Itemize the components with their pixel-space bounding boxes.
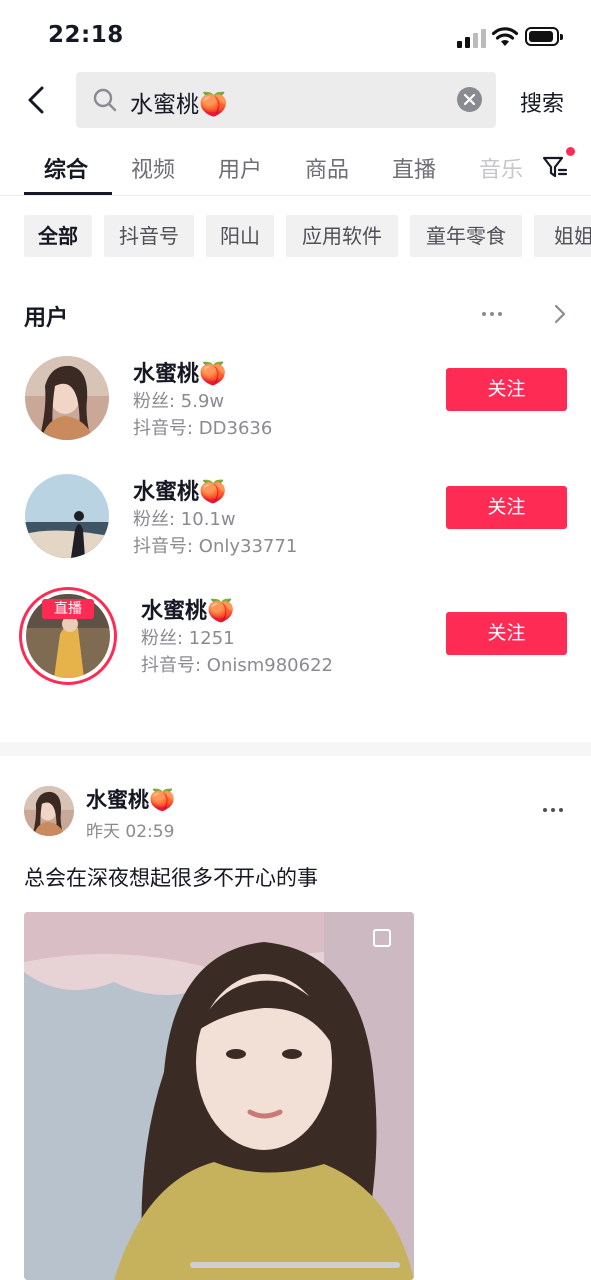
notification-dot — [566, 147, 575, 156]
user-name: 水蜜桃🍑 — [133, 362, 227, 387]
search-input[interactable]: 水蜜桃🍑 — [76, 72, 496, 128]
chip-sister[interactable]: 姐姐 — [534, 215, 591, 257]
status-time: 22:18 — [48, 22, 124, 48]
users-section-title: 用户 — [24, 306, 69, 331]
chip-yangshan[interactable]: 阳山 — [206, 215, 274, 257]
search-icon — [93, 88, 117, 112]
search-header: 水蜜桃🍑 搜索 — [0, 72, 591, 128]
filter-chips: 全部 抖音号 阳山 应用软件 童年零食 姐姐 — [0, 215, 591, 259]
clear-icon[interactable] — [457, 87, 482, 112]
back-arrow-icon[interactable] — [22, 84, 54, 116]
user-name: 水蜜桃🍑 — [133, 480, 227, 505]
user-douyin-id: 抖音号: DD3636 — [133, 418, 273, 439]
post-author-name[interactable]: 水蜜桃🍑 — [86, 784, 175, 814]
chip-apps[interactable]: 应用软件 — [286, 215, 398, 257]
chip-douyin-id[interactable]: 抖音号 — [104, 215, 194, 257]
follow-button[interactable]: 关注 — [446, 486, 567, 529]
user-name: 水蜜桃🍑 — [141, 599, 235, 624]
tab-music[interactable]: 音乐 — [479, 152, 523, 184]
search-query: 水蜜桃🍑 — [130, 92, 228, 118]
wifi-icon — [491, 27, 519, 46]
user-result[interactable]: 直播 水蜜桃🍑 粉丝: 1251 抖音号: Onism980622 关注 — [0, 587, 591, 703]
user-result[interactable]: 水蜜桃🍑 粉丝: 10.1w 抖音号: Only33771 关注 — [0, 474, 591, 584]
home-indicator — [190, 1262, 400, 1268]
live-badge: 直播 — [42, 599, 94, 619]
section-divider — [0, 742, 591, 756]
avatar[interactable] — [25, 474, 109, 558]
status-bar: 22:18 — [0, 0, 591, 70]
tab-live[interactable]: 直播 — [392, 152, 436, 184]
user-fans: 粉丝: 1251 — [141, 628, 235, 649]
user-douyin-id: 抖音号: Only33771 — [133, 536, 298, 557]
cellular-signal-icon — [457, 28, 487, 48]
tab-video[interactable]: 视频 — [131, 152, 175, 184]
battery-icon — [525, 27, 563, 46]
user-fans: 粉丝: 10.1w — [133, 509, 236, 530]
result-tabs: 综合 视频 用户 商品 直播 音乐 — [0, 140, 591, 196]
tab-goods[interactable]: 商品 — [305, 152, 349, 184]
post-more-icon[interactable] — [543, 808, 565, 814]
post-image[interactable] — [24, 912, 414, 1280]
tab-comprehensive[interactable]: 综合 — [44, 152, 88, 184]
more-icon[interactable] — [482, 312, 506, 318]
chevron-right-icon[interactable] — [550, 303, 570, 325]
chip-all[interactable]: 全部 — [24, 215, 92, 257]
post-timestamp: 昨天 02:59 — [86, 822, 175, 842]
post-author-avatar[interactable] — [24, 786, 74, 836]
active-tab-indicator — [24, 192, 112, 195]
search-button[interactable]: 搜索 — [520, 86, 564, 118]
user-douyin-id: 抖音号: Onism980622 — [141, 655, 333, 676]
user-result[interactable]: 水蜜桃🍑 粉丝: 5.9w 抖音号: DD3636 关注 — [0, 356, 591, 466]
follow-button[interactable]: 关注 — [446, 368, 567, 411]
filter-icon[interactable] — [540, 152, 570, 182]
follow-button[interactable]: 关注 — [446, 612, 567, 655]
chip-snacks[interactable]: 童年零食 — [410, 215, 522, 257]
tab-users[interactable]: 用户 — [218, 152, 262, 184]
user-fans: 粉丝: 5.9w — [133, 391, 225, 412]
post-caption: 总会在深夜想起很多不开心的事 — [24, 866, 318, 890]
avatar[interactable] — [25, 356, 109, 440]
